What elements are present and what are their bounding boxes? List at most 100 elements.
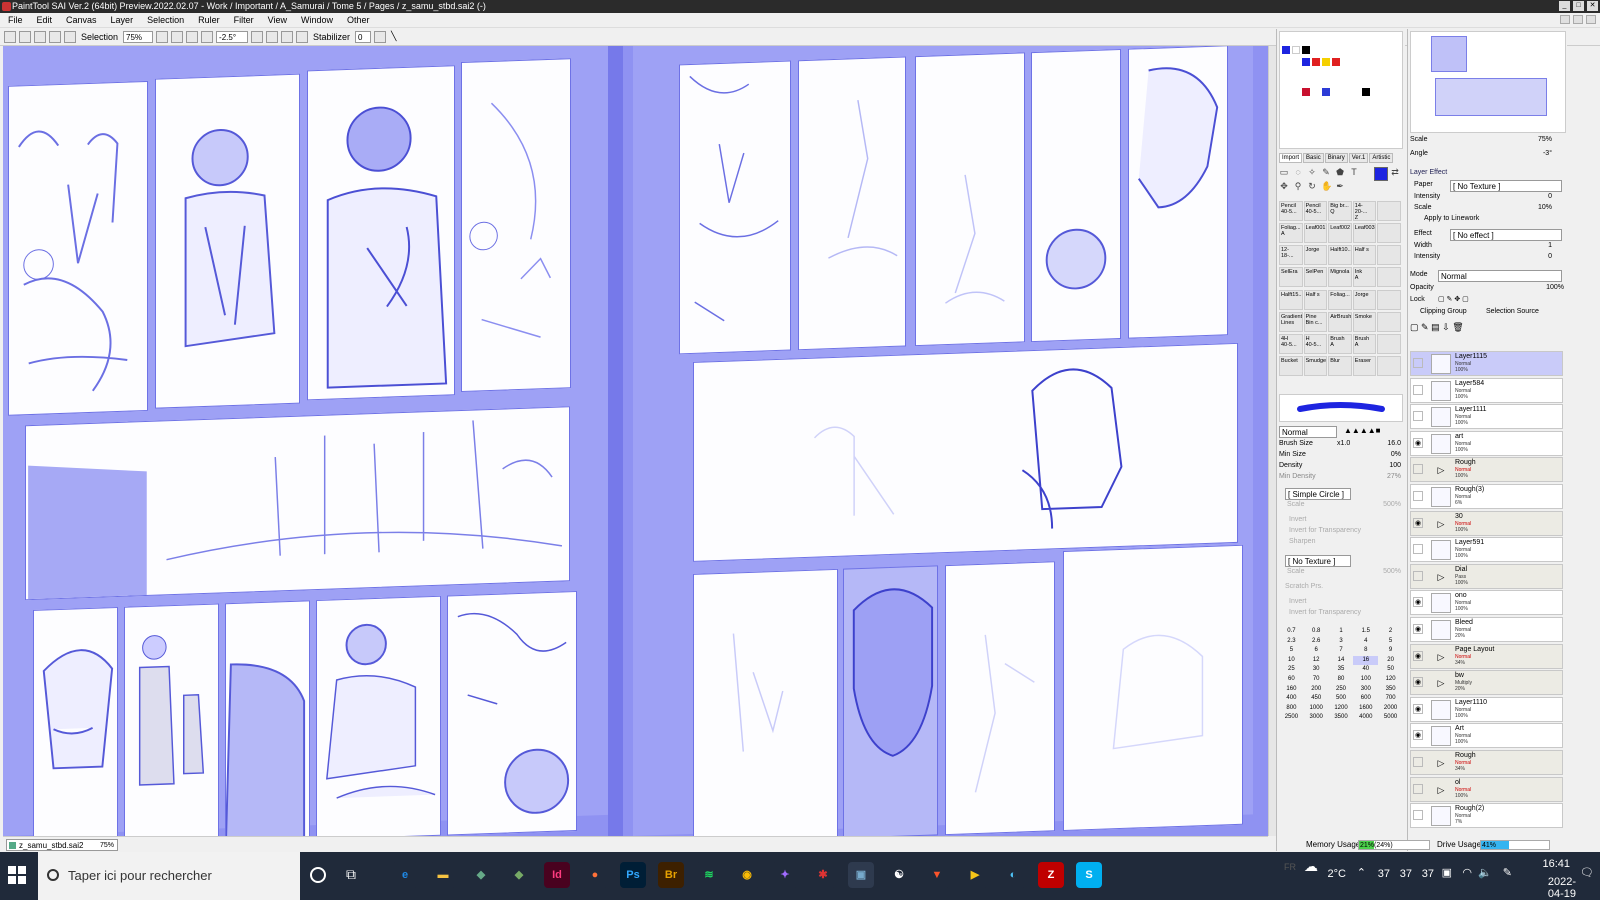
- clock-date[interactable]: 2022-04-19: [1548, 876, 1576, 900]
- size-preset[interactable]: 1600: [1353, 704, 1378, 713]
- menu-layer[interactable]: Layer: [111, 15, 134, 25]
- invert-transparency-checkbox[interactable]: Invert for Transparency: [1279, 526, 1403, 536]
- menu-selection[interactable]: Selection: [147, 15, 184, 25]
- brush-slot[interactable]: Blur: [1328, 355, 1352, 376]
- brush-slot[interactable]: Brush A: [1328, 333, 1352, 354]
- tab-import[interactable]: Import: [1279, 153, 1303, 163]
- brush-slot[interactable]: Mignola: [1328, 267, 1352, 288]
- clipping-group-checkbox[interactable]: Clipping Group: [1410, 308, 1467, 315]
- size-preset[interactable]: 14: [1329, 656, 1354, 665]
- folder-toggle-icon[interactable]: ▷: [1431, 647, 1451, 667]
- brush-slot[interactable]: [1377, 355, 1401, 376]
- nav-angle-value[interactable]: -3°: [1543, 149, 1552, 159]
- visibility-eye-icon[interactable]: ◉: [1413, 624, 1423, 634]
- brush-slot[interactable]: Pine Bin c...: [1303, 311, 1328, 332]
- brush-slot[interactable]: Smoke: [1352, 311, 1377, 332]
- swatch[interactable]: [1362, 88, 1370, 96]
- sharpen-checkbox[interactable]: Sharpen: [1279, 537, 1403, 547]
- size-preset[interactable]: 160: [1279, 685, 1304, 694]
- layer-folder[interactable]: ▷ Rough Normal 100%: [1410, 457, 1563, 483]
- magic-wand-icon[interactable]: ✧: [1307, 167, 1317, 177]
- brush-slot[interactable]: [1377, 245, 1401, 266]
- folder-toggle-icon[interactable]: ▷: [1431, 753, 1451, 773]
- volume-icon[interactable]: 🔈: [1478, 866, 1492, 879]
- app-icon-14[interactable]: ☯: [886, 862, 912, 888]
- density-value[interactable]: 100: [1389, 461, 1401, 471]
- sai-icon[interactable]: ▣: [848, 862, 874, 888]
- size-preset[interactable]: 2500: [1279, 713, 1304, 722]
- layer-opacity-value[interactable]: 100%: [1546, 283, 1564, 293]
- size-preset[interactable]: 1000: [1304, 704, 1329, 713]
- brush-slot[interactable]: Half s: [1303, 289, 1328, 310]
- brush-slot[interactable]: 14-20-... Z: [1352, 201, 1377, 221]
- doc-close-button[interactable]: [1586, 15, 1596, 24]
- size-preset[interactable]: 1.5: [1353, 627, 1378, 636]
- invert-checkbox[interactable]: Invert: [1279, 515, 1403, 525]
- swatch[interactable]: [1322, 88, 1330, 96]
- size-preset[interactable]: 12: [1304, 656, 1329, 665]
- layer-folder[interactable]: ▷ ol Normal 100%: [1410, 776, 1563, 802]
- visibility-eye-icon[interactable]: [1413, 464, 1423, 475]
- tab-binary[interactable]: Binary: [1324, 153, 1348, 163]
- layer-row[interactable]: Layer1115 Normal 100%: [1410, 351, 1563, 376]
- size-preset[interactable]: 200: [1304, 685, 1329, 694]
- document-tab[interactable]: z_samu_stbd.sai2 75%: [6, 839, 118, 851]
- brush-slot[interactable]: Half s: [1352, 245, 1377, 266]
- cortana-icon[interactable]: [310, 867, 326, 883]
- task-view-icon[interactable]: ⧉: [346, 866, 356, 883]
- visibility-eye-icon[interactable]: ◉: [1413, 650, 1423, 661]
- size-preset[interactable]: 300: [1353, 685, 1378, 694]
- app-icon-4[interactable]: ◆: [506, 862, 532, 888]
- menu-canvas[interactable]: Canvas: [66, 15, 97, 25]
- app-icon-16[interactable]: ▶: [962, 862, 988, 888]
- brush-slot[interactable]: Jorge: [1303, 245, 1328, 266]
- visibility-eye-icon[interactable]: [1413, 411, 1423, 422]
- size-preset[interactable]: 2: [1378, 627, 1403, 636]
- size-preset[interactable]: 35: [1329, 665, 1354, 674]
- clock-time[interactable]: 16:41: [1542, 858, 1570, 870]
- brush-slot[interactable]: Ink A: [1352, 267, 1377, 288]
- layer-mode-select[interactable]: Normal: [1438, 270, 1562, 282]
- merge-down-icon[interactable]: ⇩: [1442, 322, 1450, 332]
- brush-size-value[interactable]: 16.0: [1387, 439, 1401, 449]
- indesign-icon[interactable]: Id: [544, 862, 570, 888]
- layer-folder[interactable]: ▷ Dial Pass 100%: [1410, 563, 1563, 589]
- size-preset[interactable]: 70: [1304, 675, 1329, 684]
- visibility-eye-icon[interactable]: [1413, 384, 1423, 395]
- size-preset[interactable]: 60: [1279, 675, 1304, 684]
- skype-icon[interactable]: S: [1076, 862, 1102, 888]
- size-preset[interactable]: 8: [1353, 646, 1378, 655]
- visibility-eye-icon[interactable]: ◉: [1413, 703, 1423, 714]
- invert-checkbox-2[interactable]: Invert: [1279, 597, 1403, 607]
- invert-selection-icon[interactable]: [49, 30, 61, 43]
- primary-color-swatch[interactable]: [1374, 167, 1388, 181]
- lock-icons[interactable]: ▢ ✎ ✥ ▢: [1438, 295, 1469, 305]
- menu-view[interactable]: View: [268, 15, 287, 25]
- brush-slot[interactable]: SelEra: [1279, 267, 1303, 288]
- tab-artistic[interactable]: Artistic: [1369, 153, 1394, 163]
- bridge-icon[interactable]: Br: [658, 862, 684, 888]
- invert-transparency-checkbox-2[interactable]: Invert for Transparency: [1279, 608, 1403, 618]
- zoom-field[interactable]: 75%: [123, 30, 154, 43]
- size-preset[interactable]: 50: [1378, 665, 1403, 674]
- swatch[interactable]: [1332, 58, 1340, 66]
- brush-slot[interactable]: SelPen: [1303, 267, 1328, 288]
- layer-row[interactable]: Rough(3) Normal 6%: [1410, 484, 1563, 509]
- zoom-reset-icon[interactable]: [201, 30, 214, 43]
- blend-mode-select[interactable]: Normal: [1279, 426, 1337, 438]
- brush-slot[interactable]: [1377, 311, 1401, 332]
- pen-icon[interactable]: ✎: [1503, 866, 1512, 879]
- brush-slot[interactable]: [1377, 289, 1401, 310]
- brush-slot[interactable]: Leaf001: [1303, 223, 1328, 244]
- brush-slot[interactable]: [1377, 267, 1401, 288]
- swap-colors-icon[interactable]: ⇄: [1390, 167, 1400, 177]
- zoom-in-icon[interactable]: [186, 30, 199, 43]
- new-folder-icon[interactable]: ▤: [1431, 322, 1440, 332]
- brush-slot[interactable]: AirBrush: [1328, 311, 1352, 332]
- brave-icon[interactable]: ▼: [924, 862, 950, 888]
- swatch[interactable]: [1292, 46, 1300, 54]
- explorer-icon[interactable]: ▬: [430, 862, 456, 888]
- visibility-eye-icon[interactable]: [1413, 358, 1423, 368]
- visibility-eye-icon[interactable]: ◉: [1413, 517, 1423, 528]
- brush-shape-select[interactable]: [ Simple Circle ]: [1285, 488, 1351, 500]
